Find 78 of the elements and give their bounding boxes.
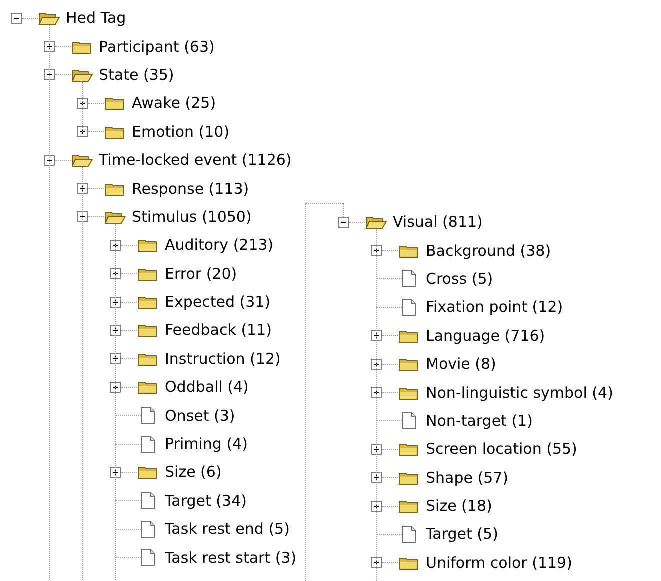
document-icon	[141, 520, 155, 538]
document-icon	[402, 526, 416, 543]
expand-icon[interactable]	[371, 358, 382, 370]
tree-node-label[interactable]: Response (113)	[132, 180, 250, 198]
folder-icon	[104, 95, 126, 112]
expand-icon[interactable]	[77, 183, 88, 194]
tree-node-label[interactable]: Onset (3)	[165, 406, 236, 425]
tree-node-label[interactable]: Emotion (10)	[132, 122, 230, 141]
tree-node-label[interactable]: Target (34)	[165, 492, 247, 510]
tree-node-label[interactable]: Instruction (12)	[165, 350, 281, 368]
open-folder-icon	[38, 10, 60, 26]
tree-node-label[interactable]: Task rest end (5)	[165, 520, 290, 538]
folder-icon	[137, 294, 159, 310]
document-icon	[141, 492, 155, 510]
expand-icon[interactable]	[77, 98, 88, 109]
tree-node-label[interactable]: Cross (5)	[426, 270, 494, 288]
expand-icon[interactable]	[371, 330, 382, 342]
tree-node-label[interactable]: Non-linguistic symbol (4)	[426, 384, 614, 402]
document-icon	[402, 412, 416, 430]
expand-icon[interactable]	[44, 41, 55, 52]
tree-node-label[interactable]: Language (716)	[426, 326, 546, 345]
tree-node-label[interactable]: Feedback (11)	[165, 321, 272, 340]
expand-icon[interactable]	[110, 382, 121, 393]
document-icon	[141, 436, 155, 453]
tree-node-label[interactable]: Hed Tag	[66, 9, 126, 28]
tree-node-label[interactable]: Movie (8)	[426, 355, 496, 374]
tree-node-label[interactable]: Error (20)	[165, 264, 238, 283]
collapse-icon[interactable]	[77, 211, 88, 222]
folder-icon	[137, 379, 159, 396]
expand-icon[interactable]	[110, 353, 121, 364]
tree-node-label[interactable]: Fixation point (12)	[426, 298, 564, 316]
tree-node-label[interactable]: Participant (63)	[99, 38, 215, 56]
expand-icon[interactable]	[371, 557, 382, 568]
tree-node-label[interactable]: State (35)	[99, 66, 174, 84]
expand-icon[interactable]	[371, 444, 382, 455]
open-folder-icon	[365, 214, 387, 230]
tree-node-label[interactable]: Screen location (55)	[426, 440, 578, 458]
tree-node-label[interactable]: Size (6)	[165, 463, 222, 482]
expand-icon[interactable]	[371, 387, 382, 398]
folder-icon	[137, 322, 159, 338]
tree-node-label[interactable]: Background (38)	[426, 242, 552, 260]
tree-node-label[interactable]: Expected (31)	[165, 293, 271, 312]
expand-icon[interactable]	[77, 126, 88, 138]
expand-icon[interactable]	[371, 245, 382, 256]
expand-icon[interactable]	[371, 472, 382, 484]
expand-icon[interactable]	[110, 240, 121, 251]
tree-node-label[interactable]: Shape (57)	[426, 468, 509, 487]
expand-icon[interactable]	[110, 268, 121, 280]
collapse-icon[interactable]	[44, 69, 55, 80]
tree-node-label[interactable]: Priming (4)	[165, 435, 248, 454]
collapse-icon[interactable]	[44, 154, 55, 166]
expand-icon[interactable]	[371, 500, 382, 512]
tree-node-label[interactable]: Non-target (1)	[426, 412, 533, 430]
collapse-icon[interactable]	[11, 12, 22, 24]
tree-node-label[interactable]: Visual (811)	[393, 213, 483, 232]
tree-node-label[interactable]: Awake (25)	[132, 94, 216, 112]
open-folder-icon	[71, 152, 93, 168]
expand-icon[interactable]	[110, 324, 121, 336]
collapse-icon[interactable]	[338, 216, 349, 228]
folder-icon	[398, 441, 420, 458]
folder-icon	[137, 464, 159, 480]
expand-icon[interactable]	[110, 466, 121, 478]
tree-node-label[interactable]: Target (5)	[426, 525, 498, 544]
tree-node-label[interactable]: Oddball (4)	[165, 378, 249, 396]
document-icon	[141, 407, 155, 424]
folder-icon	[398, 356, 420, 372]
tree-node-label[interactable]: Auditory (213)	[165, 236, 274, 254]
document-icon	[402, 270, 416, 288]
folder-icon	[398, 498, 420, 514]
expand-icon[interactable]	[110, 296, 121, 308]
tree-node-label[interactable]: Task rest start (3)	[165, 548, 297, 567]
document-icon	[141, 549, 155, 566]
folder-icon	[137, 237, 159, 254]
tree-node-label[interactable]: Time-locked event (1126)	[99, 151, 292, 170]
document-icon	[402, 298, 416, 316]
tree-node-label[interactable]: Stimulus (1050)	[132, 208, 252, 226]
tree-node-label[interactable]: Uniform color (119)	[426, 554, 572, 572]
tree-node-label[interactable]: Size (18)	[426, 497, 492, 516]
